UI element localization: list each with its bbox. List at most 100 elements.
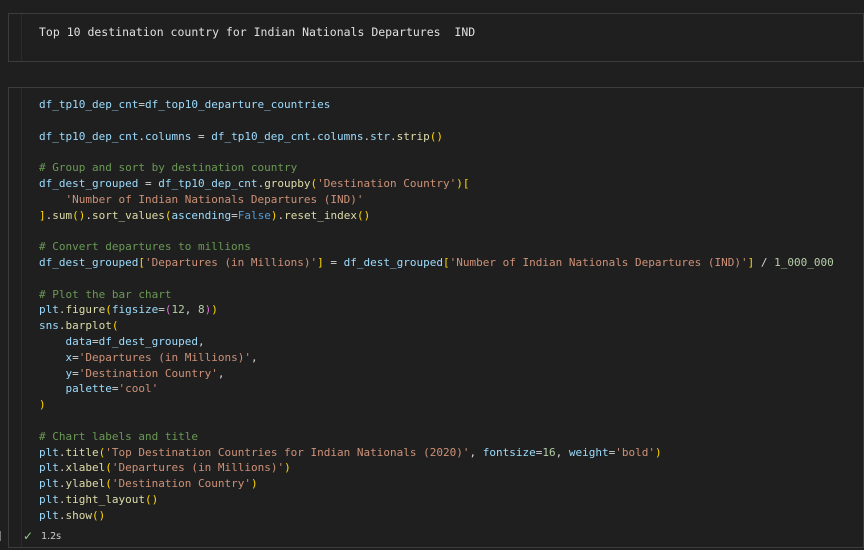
code-token: 'Destination Country'	[111, 477, 251, 491]
code-token: ()	[429, 129, 444, 143]
code-token: =	[191, 129, 212, 143]
code-token: =	[92, 334, 99, 348]
code-token: .	[58, 492, 66, 506]
code-token: columns	[317, 129, 364, 143]
code-line: ].sum().sort_values(ascending=False).res…	[39, 208, 859, 224]
code-token: (	[105, 303, 112, 317]
code-token: ()	[356, 208, 371, 222]
code-line: sns.barplot(	[39, 318, 859, 334]
code-token: plt	[39, 492, 59, 506]
code-token: ()	[92, 508, 106, 522]
code-token: df_tp10_dep_cnt	[39, 129, 139, 143]
code-line: palette='cool'	[39, 381, 859, 397]
code-token: figsize	[111, 303, 159, 317]
code-token: ]	[39, 208, 46, 222]
code-token: [	[443, 255, 450, 269]
code-token: =	[231, 208, 238, 222]
code-token: .	[58, 508, 66, 522]
code-token: .	[390, 129, 397, 143]
code-token: df_tp10_dep_cnt	[39, 98, 139, 111]
code-token: # Chart labels and title	[39, 429, 198, 443]
code-token: )	[654, 445, 662, 459]
code-token: columns	[144, 129, 192, 143]
code-line: df_dest_grouped = df_tp10_dep_cnt.groupb…	[39, 176, 859, 192]
code-token: # Convert departures to millions	[39, 240, 251, 254]
code-token: .	[58, 461, 66, 475]
code-token: ,	[217, 366, 225, 380]
code-line: plt.xlabel('Departures (in Millions)')	[39, 460, 859, 476]
code-token: ,	[555, 445, 569, 459]
code-token: ()	[144, 492, 159, 506]
code-token: 'Destination Country'	[78, 366, 218, 380]
code-token: # Plot the bar chart	[39, 287, 172, 301]
code-token: plt	[39, 303, 59, 317]
code-token: strip	[396, 129, 430, 143]
code-token: plt	[39, 445, 59, 459]
code-editor[interactable]: df_tp10_dep_cnt=df_top10_departure_count…	[39, 97, 859, 524]
code-token: 'Number of Indian Nationals Departures (…	[449, 255, 748, 269]
code-token: tight_layout	[65, 492, 145, 506]
code-token: ylabel	[65, 477, 106, 491]
code-token: ascending	[171, 208, 232, 222]
code-token: plt	[39, 508, 59, 522]
code-token: df_tp10_dep_cnt	[211, 129, 311, 143]
code-token: .	[58, 303, 66, 317]
edge-bracket-icon	[0, 531, 4, 541]
code-line: plt.title('Top Destination Countries for…	[39, 445, 859, 461]
code-token: 'cool'	[118, 382, 159, 396]
code-token: show	[65, 508, 93, 522]
code-token: plt	[39, 477, 59, 491]
code-token: .	[138, 129, 145, 143]
code-token: weight	[568, 445, 609, 459]
code-line: y='Destination Country',	[39, 366, 859, 382]
code-token: df_dest_grouped	[39, 255, 139, 269]
code-token: .	[58, 319, 66, 333]
code-cell[interactable]: df_tp10_dep_cnt=df_top10_departure_count…	[8, 87, 864, 548]
code-token: groupby	[264, 176, 311, 190]
code-token: )	[456, 176, 463, 190]
code-line: plt.tight_layout()	[39, 492, 859, 508]
code-line: x='Departures (in Millions)',	[39, 350, 859, 366]
code-token: ,	[250, 350, 258, 364]
execution-status: ✓ 1.2s	[23, 529, 61, 543]
code-token: 'Destination Country'	[317, 176, 457, 190]
code-token: palette	[65, 382, 112, 396]
code-line: # Plot the bar chart	[39, 287, 859, 303]
code-token: 1_000_000	[774, 255, 834, 269]
code-token: (	[111, 319, 119, 333]
code-token: [	[462, 176, 470, 190]
code-token: 12	[171, 303, 185, 317]
code-token: reset_index	[284, 208, 357, 222]
code-token: .	[58, 445, 66, 459]
code-line: plt.show()	[39, 508, 859, 524]
code-token: .	[58, 477, 66, 491]
code-token: ,	[197, 334, 205, 348]
cell-gutter	[9, 14, 22, 61]
code-token: ()	[72, 208, 86, 222]
code-token: sort_values	[92, 208, 165, 222]
code-line: df_tp10_dep_cnt.columns = df_tp10_dep_cn…	[39, 129, 859, 145]
code-token: title	[65, 445, 99, 459]
code-token: )	[284, 461, 291, 475]
code-token: str	[370, 129, 391, 143]
markdown-cell[interactable]: Top 10 destination country for Indian Na…	[8, 13, 864, 62]
code-token: 'Departures (in Millions)'	[111, 461, 285, 475]
code-token: )	[39, 398, 46, 412]
code-token: ]	[317, 255, 324, 269]
code-line: plt.figure(figsize=(12, 8))	[39, 302, 859, 318]
code-token: =	[323, 255, 344, 269]
code-line: df_tp10_dep_cnt=df_top10_departure_count…	[39, 97, 859, 113]
code-token: =	[72, 366, 79, 380]
code-token: )	[250, 477, 258, 491]
code-token: xlabel	[65, 461, 106, 475]
code-token: data	[65, 334, 93, 348]
code-line: data=df_dest_grouped,	[39, 334, 859, 350]
